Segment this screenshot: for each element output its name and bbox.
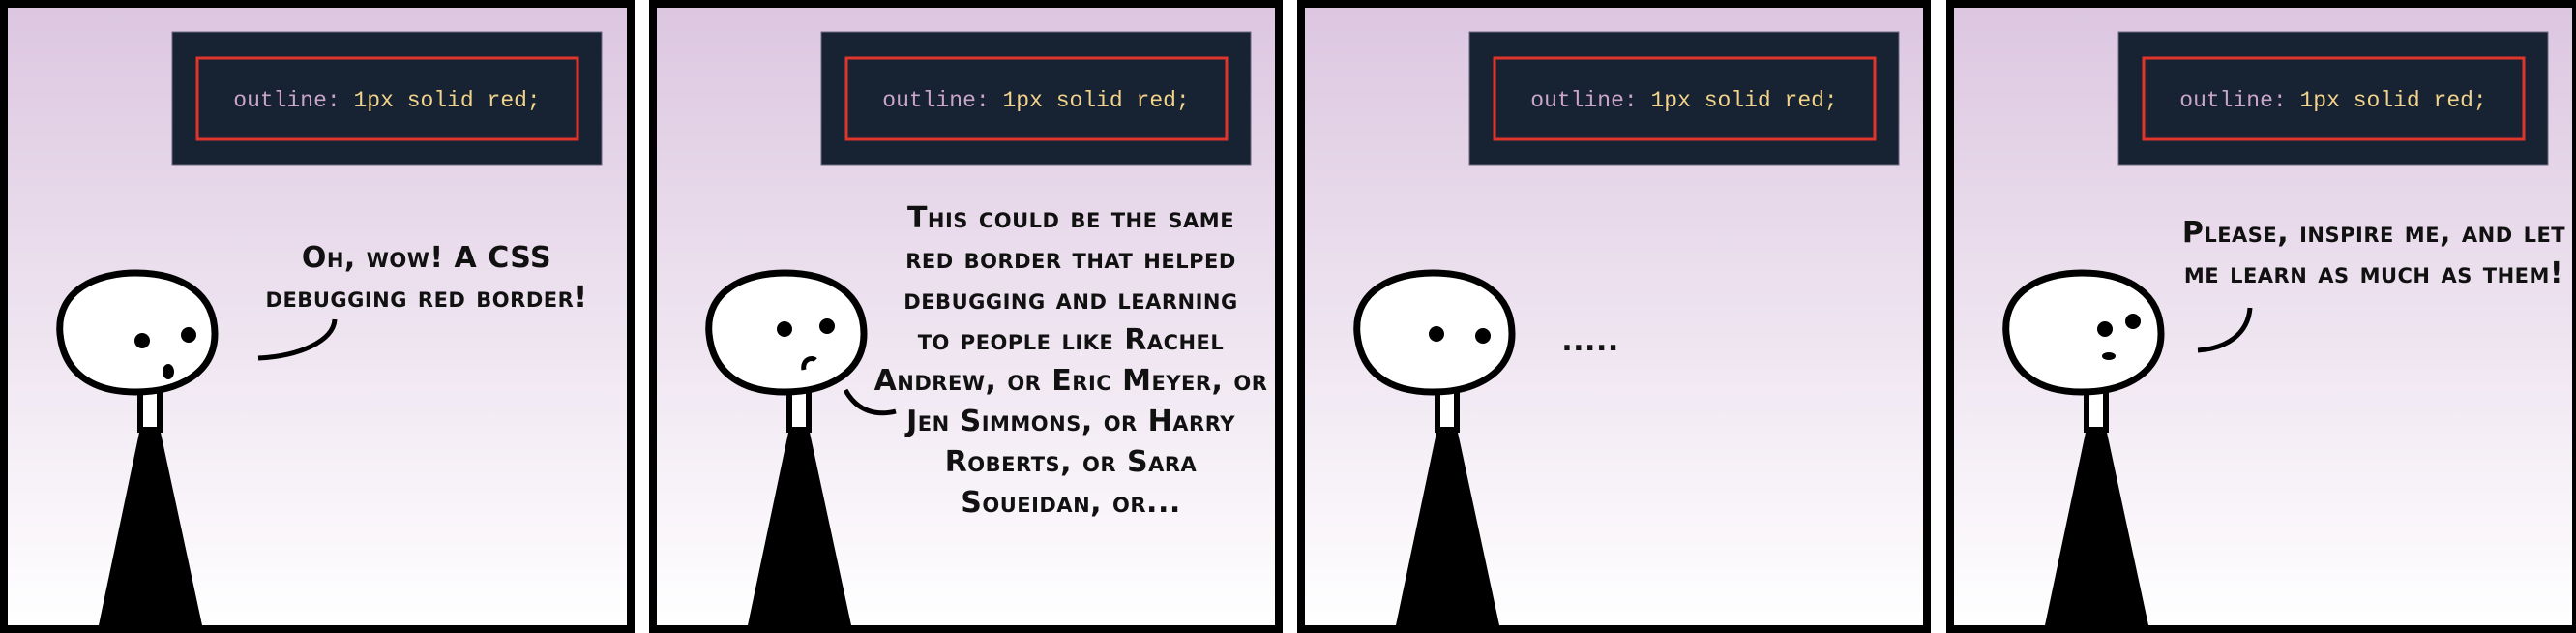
speech-line: Please, inspire me, and let — [2182, 216, 2565, 250]
eye-icon — [2097, 321, 2113, 337]
eye-icon — [134, 333, 150, 348]
mouth-open — [163, 364, 174, 379]
speech-line: ..... — [1561, 324, 1618, 358]
speech-line: Roberts, or Sara — [945, 445, 1198, 479]
mouth — [2102, 352, 2116, 360]
speech-line: to people like Rachel — [918, 323, 1225, 357]
speech-line: red border that helped — [905, 242, 1236, 276]
code-line: outline: 1px solid red; — [233, 88, 540, 113]
code-line: outline: 1px solid red; — [882, 88, 1189, 113]
code-line: outline: 1px solid red; — [1530, 88, 1837, 113]
speech-line: debugging and learning — [903, 283, 1237, 316]
speech-line: Soueidan, or... — [961, 486, 1180, 520]
speech-line: me learn as much as them! — [2184, 256, 2563, 290]
panel-4: outline: 1px solid red; Please, inspire … — [1946, 0, 2576, 633]
panel-3: outline: 1px solid red; ..... — [1297, 0, 1931, 633]
comic-strip: outline: 1px solid red; Oh, wow! A CSS d… — [0, 0, 2576, 633]
panel-2: outline: 1px solid red; This could be th… — [649, 0, 1283, 633]
speech-line: Andrew, or Eric Meyer, or — [874, 364, 1268, 398]
eye-icon — [2125, 314, 2141, 329]
speech-line: debugging red border! — [266, 281, 588, 315]
panel-1: outline: 1px solid red; Oh, wow! A CSS d… — [0, 0, 635, 633]
eye-icon — [1475, 328, 1491, 344]
code-line: outline: 1px solid red; — [2179, 88, 2486, 113]
eye-icon — [819, 318, 835, 334]
eye-icon — [1429, 326, 1444, 342]
speech-line: Oh, wow! A CSS — [302, 241, 551, 275]
speech-line: This could be the same — [907, 201, 1234, 235]
eye-icon — [181, 327, 196, 343]
speech-line: Jen Simmons, or Harry — [904, 405, 1235, 438]
eye-icon — [777, 321, 792, 337]
